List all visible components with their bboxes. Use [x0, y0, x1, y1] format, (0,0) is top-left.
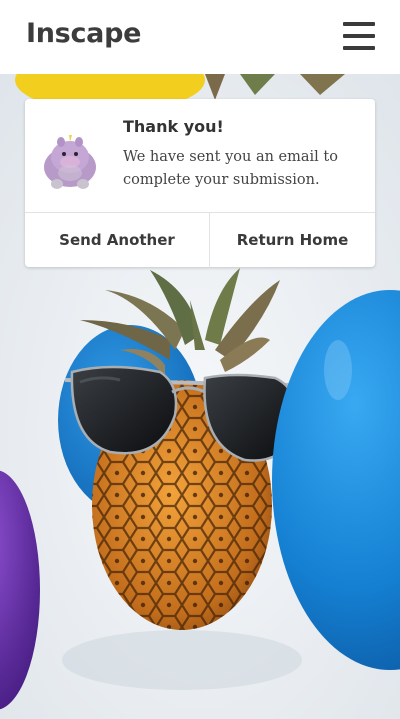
card-actions: Send Another Return Home — [25, 212, 375, 268]
return-home-button[interactable]: Return Home — [210, 213, 375, 268]
confirmation-card: Thank you! We have sent you an email to … — [25, 99, 375, 268]
confirmation-title: Thank you! — [123, 117, 224, 136]
logo-text[interactable]: Inscape — [26, 18, 141, 49]
confirmation-message: We have sent you an email to complete yo… — [123, 149, 338, 188]
top-header: Inscape — [0, 0, 400, 74]
send-another-button[interactable]: Send Another — [25, 213, 210, 268]
hamburger-menu-icon[interactable] — [343, 22, 375, 50]
unicorn-plush-avatar-icon — [44, 135, 96, 189]
